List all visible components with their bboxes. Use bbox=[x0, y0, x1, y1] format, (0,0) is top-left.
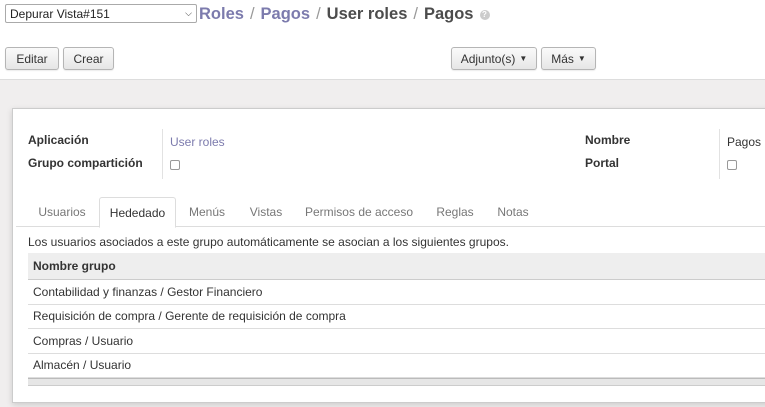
application-value-link[interactable]: User roles bbox=[170, 135, 225, 149]
tab-users[interactable]: Usuarios bbox=[28, 197, 96, 227]
breadcrumb-user-roles: User roles bbox=[326, 5, 408, 23]
table-row[interactable]: Almacén / Usuario bbox=[28, 353, 765, 378]
tab-notes[interactable]: Notas bbox=[487, 197, 539, 227]
table-footer bbox=[28, 378, 765, 386]
attachments-button[interactable]: Adjunto(s) ▼ bbox=[451, 47, 537, 70]
share-group-checkbox[interactable] bbox=[170, 160, 180, 170]
control-panel: Depurar Vista#151 ⌵ Roles / Pagos / User… bbox=[0, 0, 765, 80]
breadcrumb-separator: / bbox=[249, 5, 255, 23]
tab-inherited[interactable]: Hededado bbox=[99, 197, 176, 228]
breadcrumb-pagos[interactable]: Pagos bbox=[261, 5, 311, 24]
portal-label: Portal bbox=[585, 156, 620, 170]
column-header-group-name[interactable]: Nombre grupo bbox=[28, 253, 765, 280]
inherited-groups-table: Nombre grupo Contabilidad y finanzas / G… bbox=[28, 253, 765, 386]
table-row[interactable]: Requisición de compra / Gerente de requi… bbox=[28, 304, 765, 329]
inherited-description: Los usuarios asociados a este grupo auto… bbox=[28, 235, 509, 249]
breadcrumb-separator: / bbox=[413, 5, 418, 23]
edit-button[interactable]: Editar bbox=[5, 47, 59, 70]
debug-view-select[interactable]: Depurar Vista#151 ⌵ bbox=[5, 4, 197, 23]
more-button-label: Más bbox=[551, 51, 574, 66]
name-label: Nombre bbox=[585, 133, 631, 147]
field-divider bbox=[719, 129, 720, 179]
breadcrumb: Roles / Pagos / User roles / Pagos ? bbox=[199, 5, 490, 24]
share-group-label: Grupo compartición bbox=[28, 156, 143, 170]
caret-down-icon: ▼ bbox=[577, 54, 586, 63]
chevron-down-icon: ⌵ bbox=[185, 8, 192, 18]
portal-checkbox[interactable] bbox=[727, 160, 737, 170]
breadcrumb-separator: / bbox=[316, 5, 321, 23]
create-button[interactable]: Crear bbox=[63, 47, 114, 70]
notebook-tabs: Usuarios Hededado Menús Vistas Permisos … bbox=[16, 197, 765, 228]
tab-menus[interactable]: Menús bbox=[180, 197, 234, 227]
caret-down-icon: ▼ bbox=[519, 54, 528, 63]
field-divider bbox=[162, 129, 163, 179]
more-button[interactable]: Más ▼ bbox=[541, 47, 596, 70]
page-title: Pagos bbox=[423, 5, 474, 23]
tab-views[interactable]: Vistas bbox=[239, 197, 293, 227]
breadcrumb-roles[interactable]: Roles bbox=[199, 5, 244, 24]
tab-rules[interactable]: Reglas bbox=[426, 197, 484, 227]
table-row[interactable]: Contabilidad y finanzas / Gestor Financi… bbox=[28, 280, 765, 305]
debug-view-select-value: Depurar Vista#151 bbox=[10, 6, 110, 21]
tab-access-rights[interactable]: Permisos de acceso bbox=[298, 197, 420, 227]
create-button-label: Crear bbox=[73, 51, 104, 66]
edit-button-label: Editar bbox=[16, 51, 48, 66]
attachments-button-label: Adjunto(s) bbox=[460, 51, 516, 66]
table-row[interactable]: Compras / Usuario bbox=[28, 329, 765, 354]
name-value: Pagos bbox=[727, 135, 762, 149]
application-label: Aplicación bbox=[28, 133, 89, 147]
help-icon[interactable]: ? bbox=[479, 9, 490, 20]
